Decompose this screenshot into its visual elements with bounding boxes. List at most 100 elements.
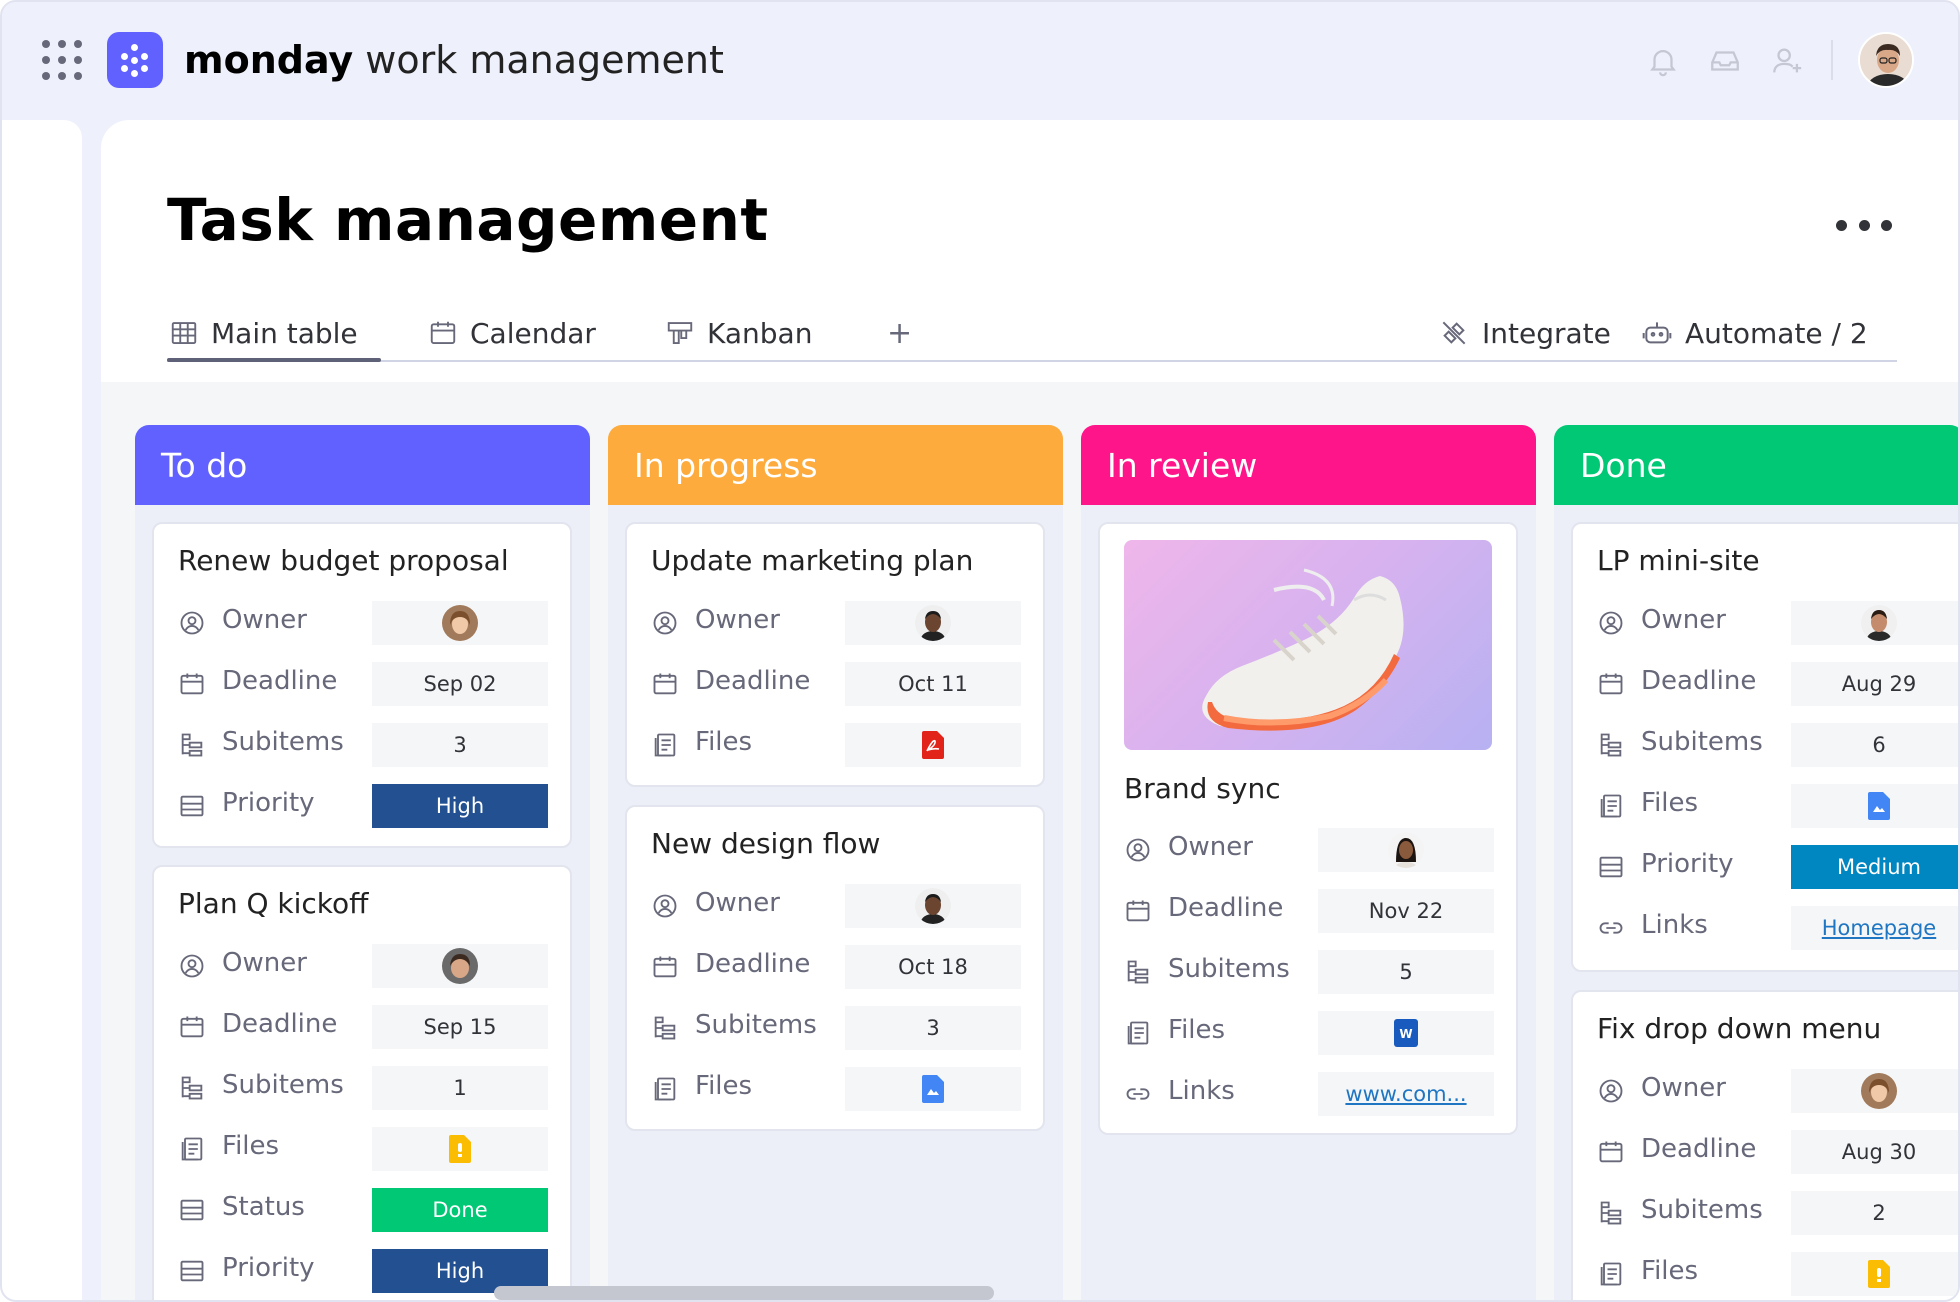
field-deadline: Deadline Oct 18 (651, 945, 1027, 989)
files-value[interactable] (1791, 784, 1958, 828)
files-value[interactable]: W (1318, 1011, 1494, 1055)
files-value[interactable] (372, 1127, 548, 1171)
table-icon (171, 322, 197, 344)
tab-calendar[interactable]: Calendar (428, 310, 596, 356)
calendar-icon (180, 1016, 204, 1038)
field-label: Owner (695, 888, 780, 918)
integrate-button[interactable]: Integrate (1438, 310, 1611, 356)
calendar-icon (180, 673, 204, 695)
link-value[interactable]: www.com... (1318, 1072, 1494, 1116)
tab-main-table[interactable]: Main table (169, 310, 358, 356)
field-owner: Owner (651, 601, 1027, 645)
deadline-value[interactable]: Sep 15 (372, 1005, 548, 1049)
files-value[interactable] (845, 1067, 1021, 1111)
owner-value[interactable] (372, 601, 548, 645)
owner-value[interactable] (1318, 828, 1494, 872)
card-title: Fix drop down menu (1597, 1012, 1882, 1045)
task-card[interactable]: Brand sync Owner Deadline Nov 22 Subitem… (1098, 522, 1518, 1135)
task-card[interactable]: Update marketing plan Owner Deadline Oct… (625, 522, 1045, 787)
add-view-label: + (887, 315, 913, 351)
apps-grid-icon[interactable] (42, 40, 82, 80)
field-label: Subitems (1168, 954, 1290, 984)
card-cover-image[interactable] (1124, 540, 1492, 750)
deadline-value[interactable]: Oct 18 (845, 945, 1021, 989)
subitems-value[interactable]: 6 (1791, 723, 1958, 767)
priority-value[interactable]: Medium (1791, 845, 1958, 889)
link-value[interactable]: Homepage (1791, 906, 1958, 950)
column-header[interactable]: In review (1081, 425, 1536, 505)
deadline-value[interactable]: Sep 02 (372, 662, 548, 706)
task-card[interactable]: New design flow Owner Deadline Oct 18 Su… (625, 805, 1045, 1131)
owner-value[interactable] (372, 944, 548, 988)
field-label: Deadline (695, 666, 811, 696)
pdf-file-icon (922, 731, 944, 759)
automate-button[interactable]: Automate / 2 (1641, 310, 1868, 356)
tab-kanban[interactable]: Kanban (665, 310, 812, 356)
user-avatar[interactable] (1858, 32, 1914, 88)
person-icon (1126, 838, 1150, 862)
owner-value[interactable] (845, 884, 1021, 928)
owner-value[interactable] (1791, 601, 1958, 645)
subitems-value[interactable]: 5 (1318, 950, 1494, 994)
field-subitems: Subitems 1 (178, 1066, 554, 1110)
status-column-icon (180, 1260, 204, 1282)
bell-icon[interactable] (1646, 44, 1680, 78)
tab-main-table-label: Main table (211, 316, 358, 350)
task-card[interactable]: Fix drop down menu Owner Deadline Aug 30… (1571, 990, 1958, 1300)
deadline-value[interactable]: Aug 30 (1791, 1130, 1958, 1174)
column-done: Done LP mini-site Owner Deadline Aug 29 … (1554, 425, 1958, 1300)
files-value[interactable] (845, 723, 1021, 767)
field-owner: Owner (1597, 1069, 1958, 1113)
avatar (442, 605, 478, 641)
owner-value[interactable] (845, 601, 1021, 645)
field-links: Links Homepage (1597, 906, 1958, 950)
task-card[interactable]: Renew budget proposal Owner Deadline Sep… (152, 522, 572, 848)
field-status: Status Done (178, 1188, 554, 1232)
subitems-value[interactable]: 3 (372, 723, 548, 767)
person-icon (653, 894, 677, 918)
card-title: Plan Q kickoff (178, 887, 369, 920)
field-deadline: Deadline Sep 15 (178, 1005, 554, 1049)
column-header[interactable]: Done (1554, 425, 1958, 505)
inbox-icon[interactable] (1708, 44, 1742, 78)
status-column-icon (180, 795, 204, 817)
deadline-value[interactable]: Aug 29 (1791, 662, 1958, 706)
field-label: Deadline (1641, 1134, 1757, 1164)
subitems-icon (1127, 960, 1149, 984)
field-label: Links (1641, 910, 1708, 940)
subitems-value[interactable]: 3 (845, 1006, 1021, 1050)
subitems-value[interactable]: 1 (372, 1066, 548, 1110)
field-label: Owner (222, 948, 307, 978)
invite-user-icon[interactable] (1770, 44, 1804, 78)
field-label: Files (1168, 1015, 1226, 1045)
column-header[interactable]: In progress (608, 425, 1063, 505)
calendar-icon (1126, 900, 1150, 922)
task-card[interactable]: LP mini-site Owner Deadline Aug 29 Subit… (1571, 522, 1958, 972)
subitems-value[interactable]: 2 (1791, 1191, 1958, 1235)
deadline-value[interactable]: Oct 11 (845, 662, 1021, 706)
field-owner: Owner (1124, 828, 1500, 872)
field-label: Subitems (1641, 1195, 1763, 1225)
brand-name: monday work management (184, 36, 724, 84)
link-icon (1126, 1088, 1150, 1100)
owner-value[interactable] (1791, 1069, 1958, 1113)
card-title: Renew budget proposal (178, 544, 509, 577)
calendar-icon (653, 956, 677, 978)
person-icon (1599, 611, 1623, 635)
tab-calendar-label: Calendar (470, 316, 596, 350)
column-header[interactable]: To do (135, 425, 590, 505)
files-icon (1127, 1021, 1149, 1045)
card-title: Update marketing plan (651, 544, 974, 577)
field-files: Files (1597, 784, 1958, 828)
add-view-icon[interactable]: + (887, 310, 912, 356)
priority-value[interactable]: High (372, 784, 548, 828)
more-options-icon[interactable] (1836, 220, 1892, 236)
person-icon (1599, 1079, 1623, 1103)
task-card[interactable]: Plan Q kickoff Owner Deadline Sep 15 Sub… (152, 865, 572, 1300)
field-label: Links (1168, 1076, 1235, 1106)
status-value[interactable]: Done (372, 1188, 548, 1232)
monday-logo-icon[interactable] (107, 32, 163, 88)
horizontal-scrollbar[interactable] (494, 1286, 994, 1300)
files-value[interactable] (1791, 1252, 1958, 1296)
deadline-value[interactable]: Nov 22 (1318, 889, 1494, 933)
